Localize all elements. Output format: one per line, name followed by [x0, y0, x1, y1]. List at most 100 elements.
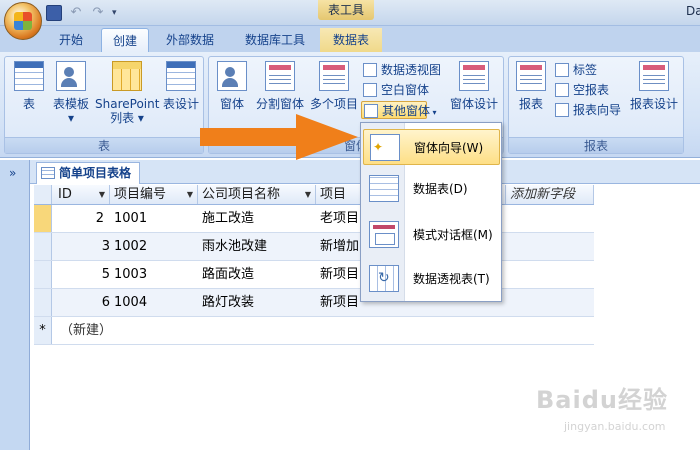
cell-code[interactable]: 1004	[114, 289, 194, 316]
table-template-icon	[56, 61, 86, 91]
labels-button[interactable]: 标签	[553, 61, 597, 79]
blank-report-button[interactable]: 空报表	[553, 81, 609, 99]
tab-database-tools[interactable]: 数据库工具	[232, 28, 318, 52]
chevron-down-icon[interactable]: ▼	[99, 185, 105, 204]
menu-item-label: 窗体向导(W)	[414, 141, 484, 155]
report-label: 报表	[518, 97, 543, 111]
report-wizard-button[interactable]: 报表向导	[553, 101, 621, 119]
row-selector[interactable]	[34, 233, 52, 260]
more-forms-menu: 窗体向导(W) 数据表(D) 模式对话框(M) 数据透视表(T)	[360, 122, 502, 302]
table-design-button[interactable]: 表设计	[159, 61, 203, 111]
undo-icon[interactable]: ↶	[68, 5, 84, 21]
menu-item-label: 数据表(D)	[413, 182, 468, 196]
group-reports-label: 报表	[509, 137, 683, 153]
more-forms-label: 其他窗体	[382, 104, 431, 118]
multiple-items-label: 多个项目	[309, 97, 358, 111]
report-design-button[interactable]: 报表设计	[627, 61, 681, 111]
multiple-items-icon	[319, 61, 349, 91]
column-header-label: 项目	[320, 187, 347, 202]
column-header-row: ID ▼ 项目编号 ▼ 公司项目名称 ▼ 项目 添加新字段	[34, 185, 594, 205]
more-forms-button[interactable]: 其他窗体 ▾	[361, 101, 437, 119]
table-design-label: 表设计	[162, 97, 199, 111]
arrow-shape	[200, 114, 358, 160]
pivot-chart-button[interactable]: 数据透视图	[361, 61, 441, 79]
row-selector[interactable]	[34, 289, 52, 316]
cell-code[interactable]: 1002	[114, 233, 194, 260]
table-button[interactable]: 表	[9, 61, 49, 111]
menu-item-form-wizard[interactable]: 窗体向导(W)	[363, 129, 500, 165]
tab-external-data[interactable]: 外部数据	[156, 28, 224, 52]
sharepoint-label: SharePoint	[95, 97, 160, 111]
table-row: 6 1004 路灯改装 新项目	[34, 289, 594, 317]
new-row-marker[interactable]: *	[34, 317, 52, 344]
pivot-chart-label: 数据透视图	[381, 63, 442, 77]
cell-id[interactable]: 3	[54, 233, 110, 260]
chevron-down-icon[interactable]: ▼	[187, 185, 193, 204]
cell-id[interactable]: 6	[54, 289, 110, 316]
customize-icon[interactable]: ▾	[112, 5, 122, 21]
tab-datasheet[interactable]: 数据表	[320, 28, 382, 52]
report-button[interactable]: 报表	[513, 61, 549, 111]
report-wizard-icon	[555, 103, 569, 117]
window-title: Da	[686, 4, 700, 18]
column-header-code[interactable]: 项目编号 ▼	[110, 185, 198, 204]
save-icon[interactable]	[46, 5, 62, 21]
new-row-label[interactable]: （新建）	[60, 317, 160, 344]
multiple-items-button[interactable]: 多个项目	[309, 61, 359, 111]
form-icon	[217, 61, 247, 91]
cell-id[interactable]: 2	[54, 205, 104, 232]
office-button[interactable]	[4, 2, 42, 40]
table-template-button[interactable]: 表模板 ▾	[49, 61, 93, 125]
cell-name[interactable]: 路面改造	[202, 261, 312, 288]
column-header-add-field[interactable]: 添加新字段	[506, 185, 594, 204]
group-table-label: 表	[5, 137, 203, 153]
datasheet: ID ▼ 项目编号 ▼ 公司项目名称 ▼ 项目 添加新字段 2 1001 施工改造 老…	[34, 185, 594, 345]
document-tab-label: 简单项目表格	[59, 166, 132, 180]
table-design-icon	[166, 61, 196, 91]
navigation-pane[interactable]: »	[0, 160, 30, 450]
report-wizard-label: 报表向导	[573, 103, 622, 117]
redo-icon[interactable]: ↷	[90, 5, 106, 21]
menu-item-pivot-table[interactable]: 数据透视表(T)	[363, 261, 500, 297]
blank-form-button[interactable]: 空白窗体	[361, 81, 429, 99]
cell-name[interactable]: 施工改造	[202, 205, 312, 232]
chevron-down-icon[interactable]: ▼	[305, 185, 311, 204]
cell-code[interactable]: 1003	[114, 261, 194, 288]
expand-nav-icon[interactable]: »	[9, 166, 16, 180]
datasheet-icon	[369, 175, 399, 202]
cell-name[interactable]: 雨水池改建	[202, 233, 312, 260]
column-header-name[interactable]: 公司项目名称 ▼	[198, 185, 316, 204]
sharepoint-sub-label: 列表 ▾	[110, 111, 144, 125]
form-design-button[interactable]: 窗体设计	[447, 61, 501, 111]
new-record-row: * （新建）	[34, 317, 594, 345]
document-tab[interactable]: 简单项目表格	[36, 162, 140, 184]
orange-arrow-icon	[200, 114, 358, 160]
menu-item-datasheet[interactable]: 数据表(D)	[363, 171, 500, 207]
form-wizard-icon	[370, 134, 400, 161]
sharepoint-list-icon	[112, 61, 142, 91]
form-button[interactable]: 窗体	[215, 61, 249, 111]
group-table: 表 表模板 ▾ SharePoint 列表 ▾ 表设计 表	[4, 56, 204, 154]
blank-report-label: 空报表	[573, 83, 610, 97]
pivot-chart-icon	[363, 63, 377, 77]
column-header-id[interactable]: ID ▼	[54, 185, 110, 204]
labels-icon	[555, 63, 569, 77]
watermark: Baidu经验 jingyan.baidu.com	[536, 380, 696, 446]
split-form-button[interactable]: 分割窗体	[253, 61, 307, 111]
menu-item-modal-dialog[interactable]: 模式对话框(M)	[363, 217, 500, 253]
tab-create[interactable]: 创建	[101, 28, 149, 52]
group-reports: 报表 标签 空报表 报表向导 报表设计 报表	[508, 56, 684, 154]
table-template-label: 表模板	[52, 97, 89, 111]
dropdown-arrow-icon: ▾	[67, 111, 75, 125]
cell-code[interactable]: 1001	[114, 205, 194, 232]
form-label: 窗体	[219, 97, 244, 111]
menu-item-label: 模式对话框(M)	[413, 228, 493, 242]
tab-home[interactable]: 开始	[48, 28, 94, 52]
cell-name[interactable]: 路灯改装	[202, 289, 312, 316]
sharepoint-list-button[interactable]: SharePoint 列表 ▾	[95, 61, 159, 125]
form-design-label: 窗体设计	[449, 97, 498, 111]
select-all-cell[interactable]	[34, 185, 52, 204]
cell-id[interactable]: 5	[54, 261, 110, 288]
row-selector[interactable]	[34, 261, 52, 288]
row-selector[interactable]	[34, 205, 52, 232]
